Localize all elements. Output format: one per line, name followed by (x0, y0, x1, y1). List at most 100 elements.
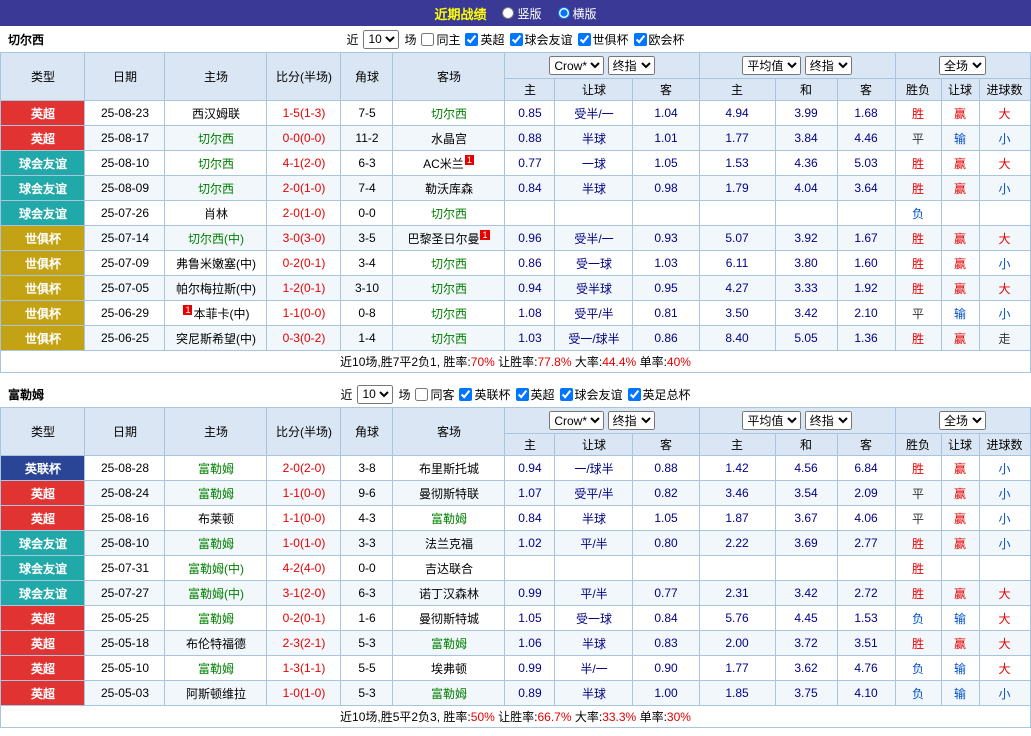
home-team[interactable]: 西汉姆联 (165, 101, 267, 126)
match-score[interactable]: 1-1(0-0) (267, 481, 341, 506)
match-score[interactable]: 3-1(2-0) (267, 581, 341, 606)
scope-select[interactable]: 全场 (939, 56, 986, 75)
match-score[interactable]: 1-1(0-0) (267, 506, 341, 531)
league-filter[interactable]: 欧会杯 (634, 31, 685, 48)
away-team[interactable]: 切尔西 (393, 251, 505, 276)
home-team[interactable]: 富勒姆 (165, 531, 267, 556)
match-score[interactable]: 4-1(2-0) (267, 151, 341, 176)
horizontal-radio[interactable] (558, 7, 570, 19)
away-team[interactable]: 吉达联合 (393, 556, 505, 581)
avg-final-select[interactable]: 终指 (805, 411, 852, 430)
home-team[interactable]: 肖林 (165, 201, 267, 226)
match-score[interactable]: 1-3(1-1) (267, 656, 341, 681)
league-filter[interactable]: 英足总杯 (628, 386, 691, 403)
match-score[interactable]: 0-0(0-0) (267, 126, 341, 151)
avg-source-select[interactable]: 平均值 (742, 411, 801, 430)
away-team[interactable]: 切尔西 (393, 326, 505, 351)
avg-final-select[interactable]: 终指 (805, 56, 852, 75)
league-checkbox[interactable] (516, 388, 529, 401)
home-team[interactable]: 布莱顿 (165, 506, 267, 531)
odds-company-select[interactable]: Crow* (549, 411, 604, 430)
layout-vertical-option[interactable]: 竖版 (502, 5, 541, 22)
match-score[interactable]: 1-1(0-0) (267, 301, 341, 326)
scope-select[interactable]: 全场 (939, 411, 986, 430)
match-score[interactable]: 2-0(1-0) (267, 201, 341, 226)
home-team[interactable]: 阿斯顿维拉 (165, 681, 267, 706)
away-team[interactable]: 曼彻斯特城 (393, 606, 505, 631)
away-team[interactable]: 法兰克福 (393, 531, 505, 556)
same-venue-checkbox[interactable] (415, 388, 428, 401)
league-filter[interactable]: 球会友谊 (510, 31, 573, 48)
odds-company-select[interactable]: Crow* (549, 56, 604, 75)
home-team[interactable]: 弗鲁米嫩塞(中) (165, 251, 267, 276)
league-checkbox[interactable] (634, 33, 647, 46)
league-filter[interactable]: 世俱杯 (578, 31, 629, 48)
match-score[interactable]: 3-0(3-0) (267, 226, 341, 251)
away-team[interactable]: 切尔西 (393, 201, 505, 226)
match-score[interactable]: 1-5(1-3) (267, 101, 341, 126)
home-team[interactable]: 富勒姆 (165, 606, 267, 631)
home-team[interactable]: 切尔西 (165, 151, 267, 176)
match-score[interactable]: 4-2(4-0) (267, 556, 341, 581)
away-team[interactable]: 切尔西 (393, 301, 505, 326)
odds-final-select[interactable]: 终指 (608, 411, 655, 430)
home-team[interactable]: 富勒姆 (165, 656, 267, 681)
league-checkbox[interactable] (459, 388, 472, 401)
home-team[interactable]: 切尔西(中) (165, 226, 267, 251)
odds-final-select[interactable]: 终指 (608, 56, 655, 75)
same-venue-checkbox[interactable] (421, 33, 434, 46)
league-filter[interactable]: 英联杯 (459, 386, 510, 403)
league-checkbox[interactable] (578, 33, 591, 46)
odds-value: 1.07 (505, 481, 555, 506)
match-score[interactable]: 1-0(1-0) (267, 681, 341, 706)
home-team[interactable]: 帕尔梅拉斯(中) (165, 276, 267, 301)
away-team[interactable]: 曼彻斯特联 (393, 481, 505, 506)
same-venue-toggle[interactable]: 同客 (415, 386, 454, 403)
home-team[interactable]: 富勒姆 (165, 481, 267, 506)
away-team[interactable]: 布里斯托城 (393, 456, 505, 481)
away-team[interactable]: 切尔西 (393, 276, 505, 301)
same-venue-toggle[interactable]: 同主 (421, 31, 460, 48)
layout-horizontal-option[interactable]: 横版 (558, 5, 597, 22)
league-filter[interactable]: 英超 (465, 31, 504, 48)
subcol-handicap-result: 让球 (941, 434, 979, 456)
vertical-radio[interactable] (502, 7, 514, 19)
home-team[interactable]: 布伦特福德 (165, 631, 267, 656)
league-checkbox[interactable] (628, 388, 641, 401)
away-team[interactable]: 诺丁汉森林 (393, 581, 505, 606)
league-filter[interactable]: 英超 (516, 386, 555, 403)
match-score[interactable]: 0-3(0-2) (267, 326, 341, 351)
home-team[interactable]: 富勒姆(中) (165, 581, 267, 606)
match-score[interactable]: 1-2(0-1) (267, 276, 341, 301)
away-team[interactable]: 富勒姆 (393, 681, 505, 706)
handicap: 受一球 (555, 606, 633, 631)
away-team[interactable]: 埃弗顿 (393, 656, 505, 681)
home-team[interactable]: 富勒姆 (165, 456, 267, 481)
home-team[interactable]: 富勒姆(中) (165, 556, 267, 581)
away-team[interactable]: 富勒姆 (393, 506, 505, 531)
match-score[interactable]: 2-3(2-1) (267, 631, 341, 656)
match-count-select[interactable]: 10 (357, 385, 393, 404)
away-team[interactable]: 切尔西 (393, 101, 505, 126)
home-team[interactable]: 1本菲卡(中) (165, 301, 267, 326)
avg-source-select[interactable]: 平均值 (742, 56, 801, 75)
home-team[interactable]: 切尔西 (165, 176, 267, 201)
match-score[interactable]: 0-2(0-1) (267, 251, 341, 276)
away-team[interactable]: 巴黎圣日尔曼1 (393, 226, 505, 251)
home-team[interactable]: 突尼斯希望(中) (165, 326, 267, 351)
match-score[interactable]: 0-2(0-1) (267, 606, 341, 631)
match-score[interactable]: 1-0(1-0) (267, 531, 341, 556)
league-checkbox[interactable] (510, 33, 523, 46)
away-team[interactable]: AC米兰1 (393, 151, 505, 176)
away-team[interactable]: 勒沃库森 (393, 176, 505, 201)
match-score[interactable]: 2-0(2-0) (267, 456, 341, 481)
match-count-select[interactable]: 10 (363, 30, 399, 49)
league-checkbox[interactable] (560, 388, 573, 401)
match-score[interactable]: 2-0(1-0) (267, 176, 341, 201)
home-team[interactable]: 切尔西 (165, 126, 267, 151)
league-filter[interactable]: 球会友谊 (560, 386, 623, 403)
result-cell: 大 (979, 101, 1030, 126)
away-team[interactable]: 水晶宫 (393, 126, 505, 151)
league-checkbox[interactable] (465, 33, 478, 46)
away-team[interactable]: 富勒姆 (393, 631, 505, 656)
